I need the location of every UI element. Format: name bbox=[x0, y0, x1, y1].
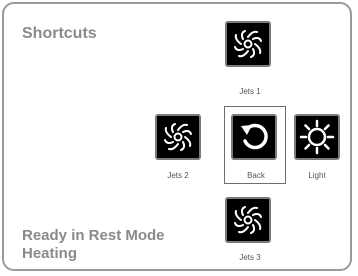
jets2-button[interactable] bbox=[155, 114, 201, 160]
jets3-button[interactable] bbox=[225, 197, 271, 243]
jets-icon bbox=[227, 199, 269, 241]
jets-icon bbox=[157, 116, 199, 158]
back-arrow-icon bbox=[233, 116, 275, 158]
page-title: Shortcuts bbox=[22, 25, 97, 42]
status-line-heating: Heating bbox=[22, 245, 78, 262]
status-line-mode: Ready in Rest Mode bbox=[22, 227, 165, 244]
shortcuts-panel: Shortcuts Jets 1 Jets 2 Back Light Jets … bbox=[2, 2, 352, 271]
light-label: Light bbox=[308, 171, 326, 180]
light-sun-icon bbox=[296, 116, 338, 158]
jets2-label: Jets 2 bbox=[167, 171, 189, 180]
shortcuts-screen: Shortcuts Jets 1 Jets 2 Back Light Jets … bbox=[0, 0, 358, 276]
jets-icon bbox=[227, 23, 269, 65]
status-text: Ready in Rest Mode Heating bbox=[22, 227, 165, 263]
light-button[interactable] bbox=[294, 114, 340, 160]
jets3-label: Jets 3 bbox=[239, 253, 261, 262]
jets1-label: Jets 1 bbox=[239, 87, 261, 96]
back-label: Back bbox=[247, 171, 265, 180]
back-button[interactable] bbox=[231, 114, 277, 160]
jets1-button[interactable] bbox=[225, 21, 271, 67]
